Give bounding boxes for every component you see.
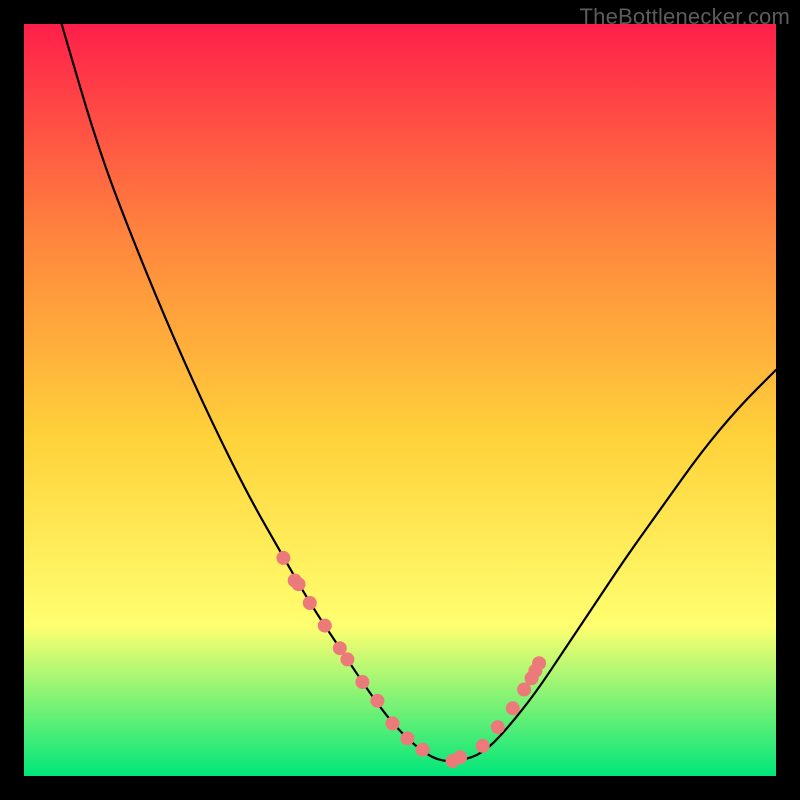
highlight-dot (303, 596, 317, 610)
gradient-background (24, 24, 776, 776)
highlight-dot (276, 551, 290, 565)
plot-area (24, 24, 776, 776)
highlight-dot (355, 675, 369, 689)
highlight-dot (491, 720, 505, 734)
highlight-dot (401, 731, 415, 745)
highlight-dot (386, 716, 400, 730)
highlight-dot (340, 652, 354, 666)
chart-svg (24, 24, 776, 776)
highlight-dot (506, 701, 520, 715)
highlight-dot (532, 656, 546, 670)
highlight-dot (453, 750, 467, 764)
highlight-dot (476, 739, 490, 753)
watermark-text: TheBottlenecker.com (580, 4, 790, 30)
highlight-dot (292, 577, 306, 591)
highlight-dot (416, 743, 430, 757)
highlight-dot (318, 619, 332, 633)
highlight-dot (370, 694, 384, 708)
chart-frame: TheBottlenecker.com (0, 0, 800, 800)
